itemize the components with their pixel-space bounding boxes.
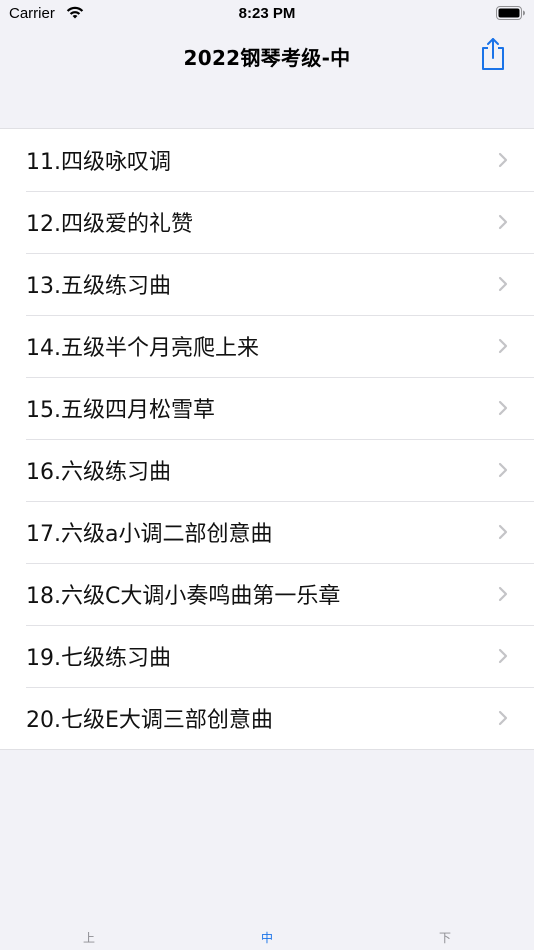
list-item[interactable]: 12.四级爱的礼赞 (0, 191, 534, 253)
chevron-right-icon (498, 152, 508, 168)
list-item-label: 15.五级四月松雪草 (26, 398, 215, 423)
navigation-bar: 2022钢琴考级-中 (0, 28, 534, 84)
chevron-right-icon (498, 214, 508, 230)
tab-shang[interactable]: 上 (69, 929, 109, 946)
tab-zhong[interactable]: 中 (247, 929, 287, 946)
list-item[interactable]: 13.五级练习曲 (0, 253, 534, 315)
list-item-label: 20.七级E大调三部创意曲 (26, 708, 273, 733)
list-item-label: 17.六级a小调二部创意曲 (26, 522, 273, 547)
tab-bar: 上 中 下 (0, 924, 534, 950)
page-title: 2022钢琴考级-中 (183, 46, 351, 70)
chevron-right-icon (498, 524, 508, 540)
battery-icon (496, 6, 526, 20)
list-item[interactable]: 20.七级E大调三部创意曲 (0, 687, 534, 749)
list-item[interactable]: 16.六级练习曲 (0, 439, 534, 501)
song-list: 11.四级咏叹调 12.四级爱的礼赞 13.五级练习曲 14.五级半个月亮爬上来… (0, 128, 534, 750)
chevron-right-icon (498, 710, 508, 726)
chevron-right-icon (498, 586, 508, 602)
chevron-right-icon (498, 462, 508, 478)
list-item-label: 14.五级半个月亮爬上来 (26, 336, 259, 361)
list-item-label: 18.六级C大调小奏鸣曲第一乐章 (26, 584, 341, 609)
list-item[interactable]: 15.五级四月松雪草 (0, 377, 534, 439)
list-item[interactable]: 17.六级a小调二部创意曲 (0, 501, 534, 563)
chevron-right-icon (498, 276, 508, 292)
list-item[interactable]: 11.四级咏叹调 (0, 129, 534, 191)
list-item-label: 11.四级咏叹调 (26, 150, 171, 175)
list-item-label: 19.七级练习曲 (26, 646, 171, 671)
list-item-label: 13.五级练习曲 (26, 274, 171, 299)
share-icon (482, 38, 504, 70)
chevron-right-icon (498, 400, 508, 416)
list-item[interactable]: 14.五级半个月亮爬上来 (0, 315, 534, 377)
tab-xia[interactable]: 下 (425, 929, 465, 946)
status-bar: Carrier 8:23 PM (0, 0, 534, 28)
list-item-label: 12.四级爱的礼赞 (26, 212, 193, 237)
list-item-label: 16.六级练习曲 (26, 460, 171, 485)
share-button[interactable] (478, 36, 508, 72)
app-screen: Carrier 8:23 PM 2022钢琴考级-中 11.四级咏叹调 12.四… (0, 0, 534, 950)
chevron-right-icon (498, 648, 508, 664)
list-item[interactable]: 19.七级练习曲 (0, 625, 534, 687)
clock-time: 8:23 PM (238, 5, 296, 22)
list-item[interactable]: 18.六级C大调小奏鸣曲第一乐章 (0, 563, 534, 625)
chevron-right-icon (498, 338, 508, 354)
